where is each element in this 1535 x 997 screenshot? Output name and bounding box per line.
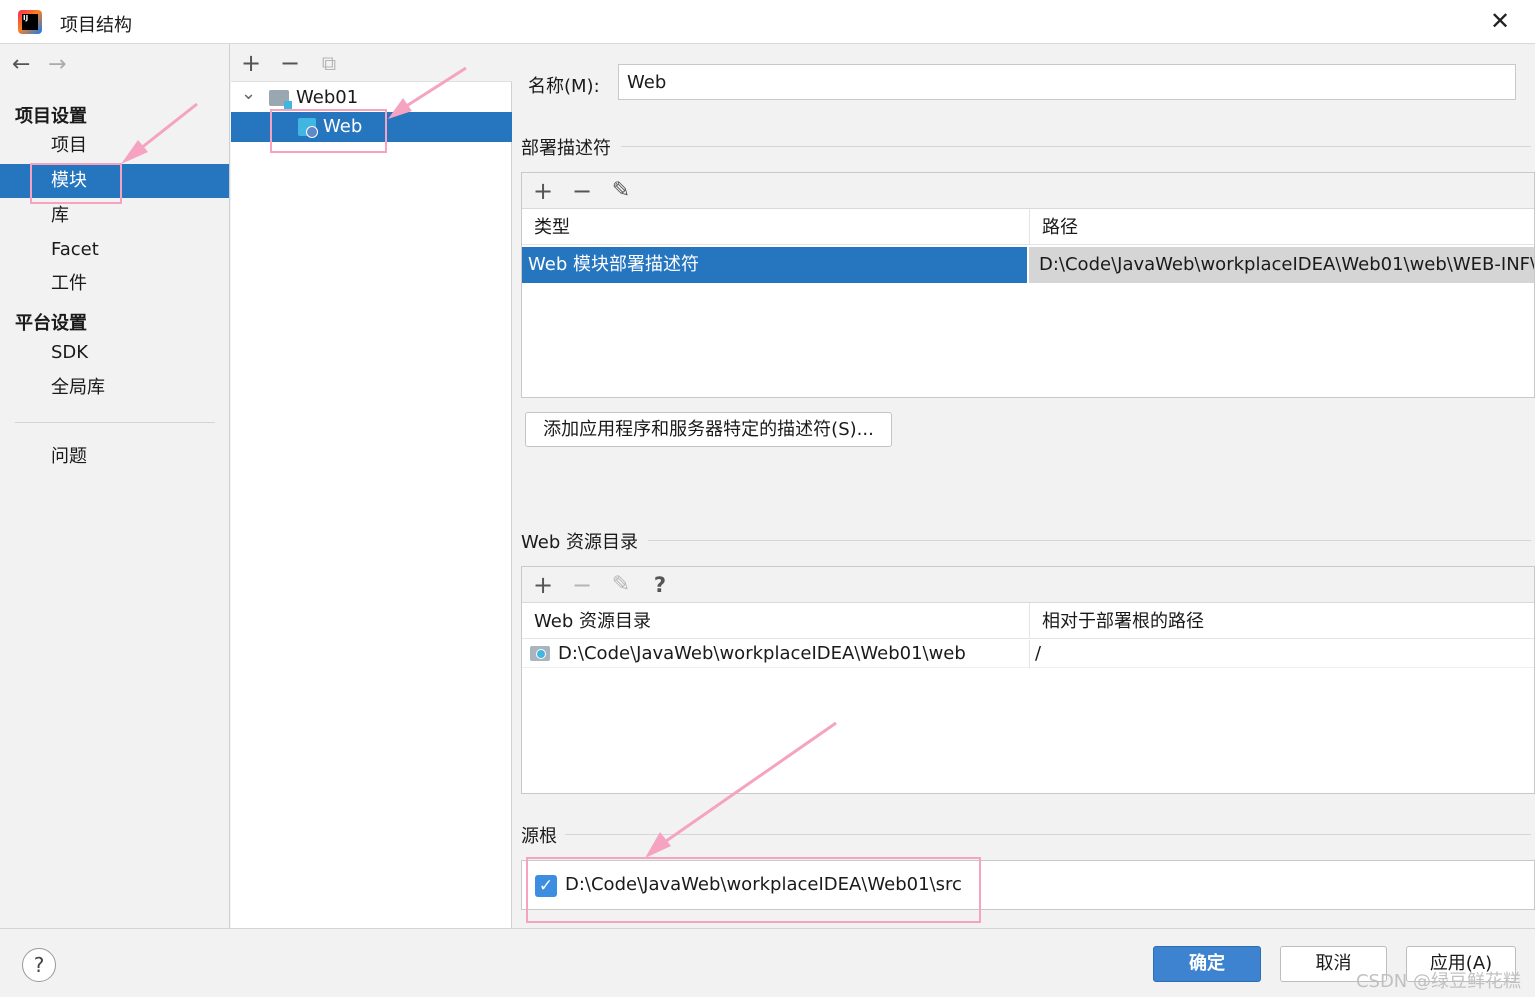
sidebar-item-facets[interactable]: Facet xyxy=(0,233,229,267)
sidebar-item-modules[interactable]: 模块 xyxy=(0,164,229,198)
project-settings-header: 项目设置 xyxy=(15,102,87,128)
web-directory-icon xyxy=(530,646,550,661)
section-divider xyxy=(565,834,1531,835)
table-header: 类型 路径 xyxy=(522,209,1534,245)
tree-node-label: Web xyxy=(323,112,362,142)
facet-details-panel: 名称(M): 部署描述符 + − ✎ 类型 路径 Web 模块部署描述符 D:\… xyxy=(513,44,1535,928)
source-root-path: D:\Code\JavaWeb\workplaceIDEA\Web01\src xyxy=(565,874,962,895)
section-divider xyxy=(648,540,1531,541)
nav-arrows: ←→ xyxy=(12,52,84,77)
name-input[interactable] xyxy=(618,64,1516,100)
descriptor-type-cell: Web 模块部署描述符 xyxy=(522,247,1027,283)
add-icon[interactable]: + xyxy=(238,49,264,77)
source-root-checkbox[interactable]: ✓ xyxy=(535,875,557,897)
remove-icon[interactable]: − xyxy=(569,571,595,599)
web-resource-dirs-toolbar: + − ✎ ? xyxy=(522,567,1534,603)
window-title: 项目结构 xyxy=(60,11,132,37)
descriptor-path-cell: D:\Code\JavaWeb\workplaceIDEA\Web01\web\… xyxy=(1027,247,1534,283)
sidebar-item-artifacts[interactable]: 工件 xyxy=(0,267,229,301)
sidebar-item-libraries[interactable]: 库 xyxy=(0,199,229,233)
add-server-descriptor-button[interactable]: 添加应用程序和服务器特定的描述符(S)... xyxy=(525,412,892,447)
section-divider xyxy=(621,146,1531,147)
help-icon[interactable]: ? xyxy=(647,571,673,599)
tree-node-web01[interactable]: ⌄ Web01 xyxy=(231,83,512,113)
copy-icon[interactable]: ⧉ xyxy=(316,49,342,77)
deployment-descriptors-title: 部署描述符 xyxy=(521,134,611,160)
sidebar-item-sdk[interactable]: SDK xyxy=(0,336,229,370)
remove-icon[interactable]: − xyxy=(277,49,303,77)
module-tree-panel: + − ⧉ ⌄ Web01 Web xyxy=(231,44,512,928)
deployment-descriptors-table: + − ✎ 类型 路径 Web 模块部署描述符 D:\Code\JavaWeb\… xyxy=(521,172,1535,398)
title-bar: IJ 项目结构 ✕ xyxy=(0,0,1535,44)
table-row[interactable]: Web 模块部署描述符 D:\Code\JavaWeb\workplaceIDE… xyxy=(522,247,1534,283)
sidebar-item-global-libraries[interactable]: 全局库 xyxy=(0,371,229,405)
chevron-down-icon[interactable]: ⌄ xyxy=(241,79,256,109)
web-resource-dirs-table: + − ✎ ? Web 资源目录 相对于部署根的路径 D:\Code\JavaW… xyxy=(521,566,1535,794)
remove-icon[interactable]: − xyxy=(569,177,595,205)
tree-node-label: Web01 xyxy=(296,83,358,113)
forward-arrow-icon[interactable]: → xyxy=(48,52,84,77)
deployment-descriptors-toolbar: + − ✎ xyxy=(522,173,1534,209)
edit-icon[interactable]: ✎ xyxy=(608,177,634,205)
add-icon[interactable]: + xyxy=(530,177,556,205)
table-header: Web 资源目录 相对于部署根的路径 xyxy=(522,603,1534,639)
csdn-watermark: CSDN @绿豆鲜花糕 xyxy=(1356,967,1521,993)
web-resource-dirs-title: Web 资源目录 xyxy=(521,528,638,554)
intellij-idea-icon: IJ xyxy=(18,10,42,34)
web-facet-icon xyxy=(298,118,316,136)
source-roots-list: ✓ D:\Code\JavaWeb\workplaceIDEA\Web01\sr… xyxy=(521,860,1535,910)
sidebar-divider xyxy=(15,422,215,423)
close-icon[interactable]: ✕ xyxy=(1487,8,1513,34)
column-header-relative-path[interactable]: 相对于部署根的路径 xyxy=(1029,603,1534,639)
tree-node-web-facet[interactable]: Web xyxy=(231,112,512,142)
settings-sidebar: ←→ 项目设置 项目 模块 库 Facet 工件 平台设置 SDK 全局库 问题 xyxy=(0,44,230,928)
web-resource-dir-cell: D:\Code\JavaWeb\workplaceIDEA\Web01\web xyxy=(552,640,1027,668)
edit-icon[interactable]: ✎ xyxy=(608,571,634,599)
module-tree-toolbar: + − ⧉ xyxy=(231,44,512,82)
table-row[interactable]: D:\Code\JavaWeb\workplaceIDEA\Web01\web … xyxy=(522,640,1534,668)
sidebar-item-project[interactable]: 项目 xyxy=(0,129,229,163)
ok-button[interactable]: 确定 xyxy=(1153,946,1261,982)
column-header-web-resource-dir[interactable]: Web 资源目录 xyxy=(522,603,1029,639)
source-roots-title: 源根 xyxy=(521,822,557,848)
dialog-footer: ? 确定 取消 应用(A) CSDN @绿豆鲜花糕 xyxy=(0,928,1535,997)
column-header-path[interactable]: 路径 xyxy=(1029,209,1534,245)
help-icon[interactable]: ? xyxy=(22,948,56,982)
module-folder-icon xyxy=(269,90,289,106)
add-icon[interactable]: + xyxy=(530,571,556,599)
platform-settings-header: 平台设置 xyxy=(15,309,87,335)
relative-path-cell: / xyxy=(1029,640,1534,668)
sidebar-item-problems[interactable]: 问题 xyxy=(0,440,229,474)
back-arrow-icon[interactable]: ← xyxy=(12,52,48,77)
column-header-type[interactable]: 类型 xyxy=(522,209,1029,245)
name-label: 名称(M): xyxy=(528,72,600,98)
